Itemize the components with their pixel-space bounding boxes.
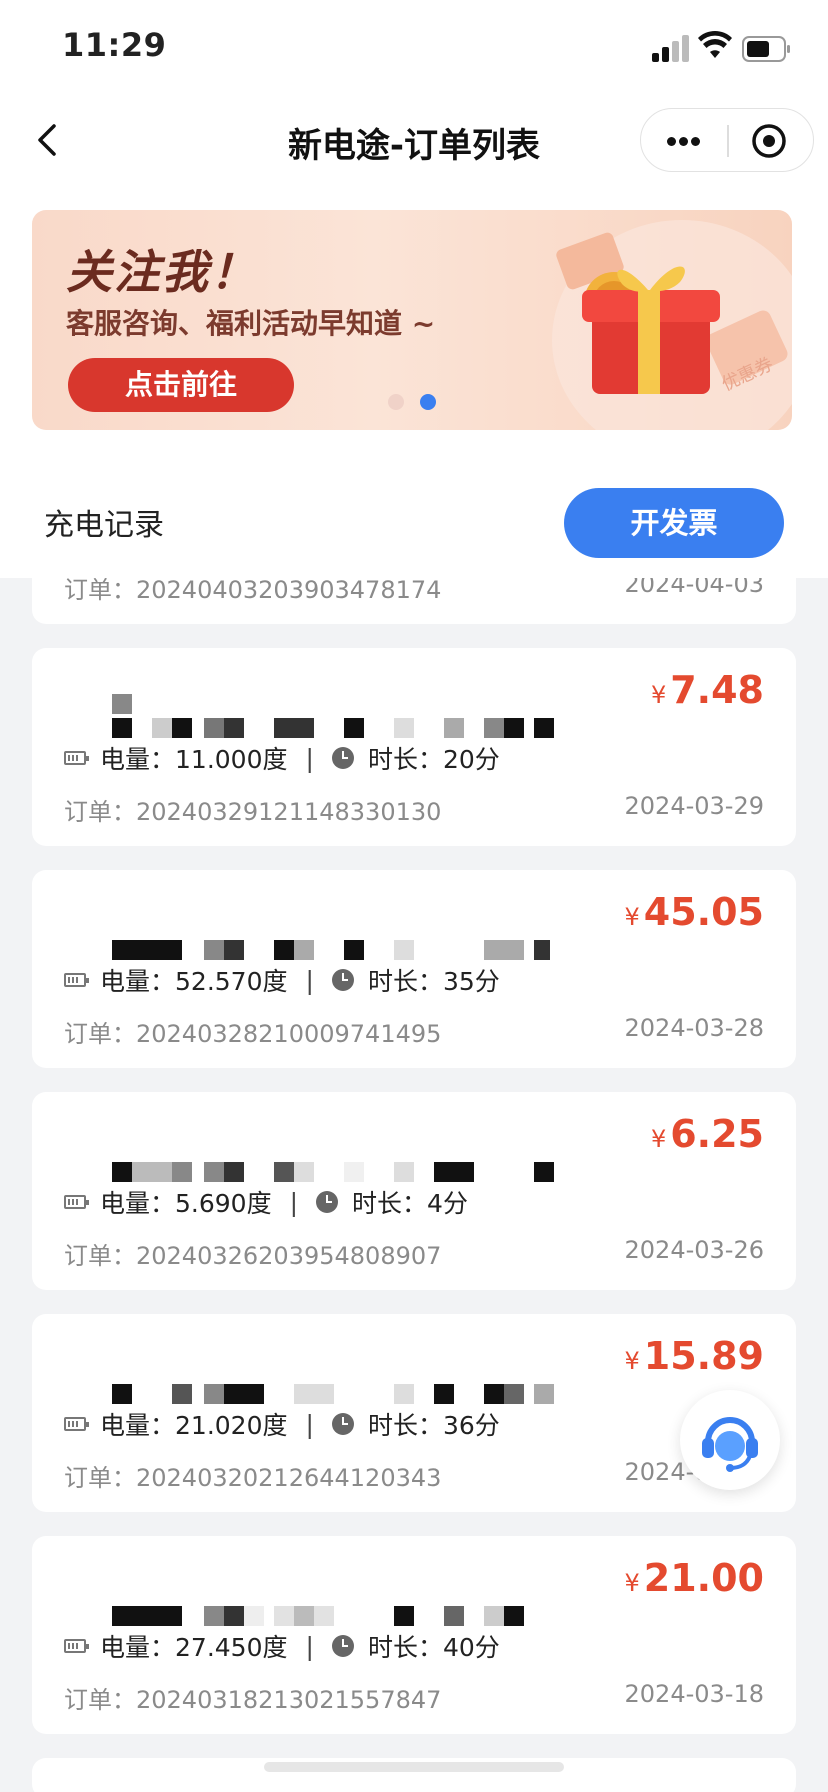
signal-icon (652, 34, 690, 62)
order-card[interactable]: ¥6.25 电量： 5.690度 | 时长： 4分 订单：2024032620395… (32, 1092, 796, 1290)
order-meta: 电量： 21.020度 | 时长： 36分 (64, 1406, 500, 1442)
order-price: ¥15.89 (624, 1334, 764, 1378)
duration-value: 20分 (442, 745, 500, 774)
gift-icon: 优惠券 (552, 220, 792, 430)
order-number-row: 订单：20240326203954808907 (64, 1242, 442, 1270)
order-price: ¥6.25 (650, 1112, 764, 1156)
order-card[interactable]: ¥7.48 电量： 11.000度 | 时长： 20分 订单：20240329121… (32, 648, 796, 846)
duration-value: 4分 (427, 1189, 468, 1218)
energy-value: 27.450度 (175, 1633, 288, 1662)
order-card[interactable]: ¥45.05 电量： 52.570度 | 时长： 35分 订单：2024032821… (32, 870, 796, 1068)
banner-title: 关注我！ (66, 245, 258, 299)
battery-icon (64, 1195, 89, 1209)
order-number-row: 订单：20240318213021557847 (64, 1686, 442, 1714)
battery-icon (64, 1417, 89, 1431)
order-number: 20240403203903478174 (136, 576, 442, 604)
navigation-bar: 新电途-订单列表 (0, 92, 828, 188)
order-number: 20240320212644120343 (136, 1464, 442, 1492)
order-number: 20240328210009741495 (136, 1020, 442, 1048)
station-name-redacted (64, 1118, 624, 1188)
battery-status-icon (742, 36, 790, 62)
energy-value: 52.570度 (175, 967, 288, 996)
promo-banner[interactable]: 关注我！ 客服咨询、福利活动早知道 ~ 点击前往 优惠券 (32, 210, 792, 430)
order-number: 20240318213021557847 (136, 1686, 442, 1714)
order-number: 20240326203954808907 (136, 1242, 442, 1270)
order-date: 2024-03-26 (624, 1236, 764, 1264)
order-date: 2024-03-18 (624, 1680, 764, 1708)
order-meta: 电量： 11.000度 | 时长： 20分 (64, 740, 500, 776)
energy-value: 21.020度 (175, 1411, 288, 1440)
wifi-icon (698, 30, 732, 58)
section-title: 充电记录 (44, 508, 164, 543)
home-indicator (264, 1762, 564, 1772)
clock-icon (331, 747, 354, 769)
more-icon[interactable] (641, 109, 727, 173)
energy-value: 11.000度 (175, 745, 288, 774)
battery-icon (64, 1639, 89, 1653)
duration-value: 35分 (442, 967, 500, 996)
duration-value: 40分 (442, 1633, 500, 1662)
banner-go-button[interactable]: 点击前往 (68, 358, 294, 412)
order-meta: 电量： 5.690度 | 时长： 4分 (64, 1184, 468, 1220)
clock-icon (331, 1635, 354, 1657)
order-number: 20240329121148330130 (136, 798, 442, 826)
mini-program-capsule (640, 108, 814, 172)
clock-icon (331, 1413, 354, 1435)
close-mini-program-icon[interactable] (729, 109, 815, 173)
customer-service-icon (702, 1417, 758, 1472)
duration-value: 36分 (442, 1411, 500, 1440)
order-card[interactable]: ¥21.00 电量： 27.450度 | 时长： 40分 订单：2024031821… (32, 1536, 796, 1734)
header-area: 11:29 新电途-订单列表 关注我！ 客服咨询、福利活动早知道 ~ 点击前往 … (0, 0, 828, 578)
order-date: 2024-03-29 (624, 792, 764, 820)
carousel-dot[interactable] (388, 394, 404, 410)
order-number-row: 订单：20240329121148330130 (64, 798, 442, 826)
order-price: ¥21.00 (624, 1556, 764, 1600)
status-bar: 11:29 (0, 0, 828, 92)
order-number-row: 订单：20240320212644120343 (64, 1464, 442, 1492)
station-name-redacted (64, 896, 624, 966)
energy-value: 5.690度 (175, 1189, 272, 1218)
invoice-button[interactable]: 开发票 (564, 488, 784, 558)
order-date: 2024-03-28 (624, 1014, 764, 1042)
banner-subtitle: 客服咨询、福利活动早知道 ~ (66, 307, 436, 340)
battery-icon (64, 751, 89, 765)
battery-icon (64, 973, 89, 987)
clock-icon (331, 969, 354, 991)
station-name-redacted (64, 674, 624, 744)
order-price: ¥7.48 (650, 668, 764, 712)
station-name-redacted (64, 1562, 624, 1632)
order-number-row: 订单：20240328210009741495 (64, 1020, 442, 1048)
order-price: ¥45.05 (624, 890, 764, 934)
clock-icon (316, 1191, 339, 1213)
station-name-redacted (64, 1340, 624, 1410)
customer-service-button[interactable] (680, 1390, 780, 1490)
carousel-dot-active[interactable] (420, 394, 436, 410)
status-time: 11:29 (62, 26, 167, 64)
order-meta: 电量： 27.450度 | 时长： 40分 (64, 1628, 500, 1664)
order-meta: 电量： 52.570度 | 时长： 35分 (64, 962, 500, 998)
